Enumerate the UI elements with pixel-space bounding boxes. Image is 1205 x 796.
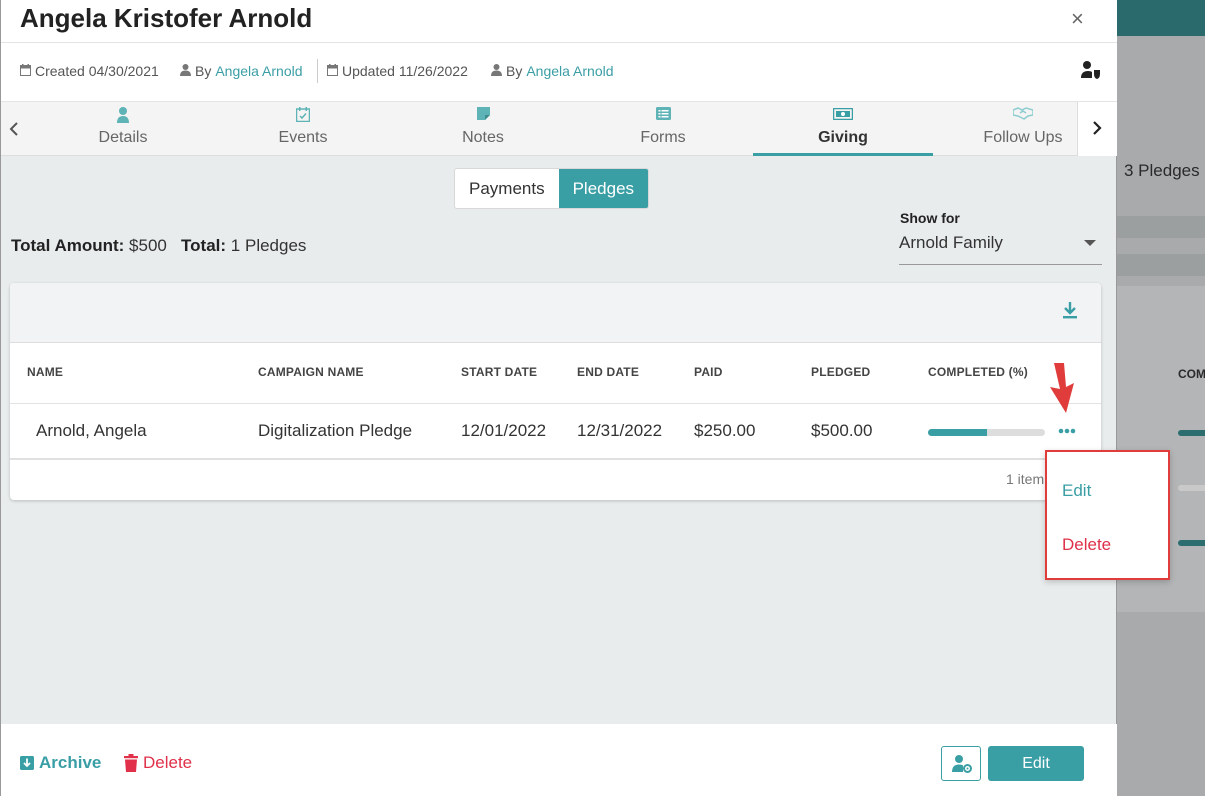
tab-events[interactable]: Events [213,102,393,156]
close-icon[interactable]: × [1071,6,1084,32]
background-progress [1178,540,1205,546]
progress-fill [928,429,987,436]
total-count-value: 1 Pledges [230,236,307,255]
record-tabs: Details Events Notes Forms Giving Follow… [1,101,1117,156]
delete-record-button[interactable]: Delete [124,753,192,773]
show-for-label: Show for [900,210,960,226]
tab-label: Giving [818,129,868,146]
background-topbar [1117,0,1205,36]
total-count-label: Total: [181,236,227,255]
pledges-table-card: NAME CAMPAIGN NAME START DATE END DATE P… [10,283,1101,500]
page-title: Angela Kristofer Arnold [20,3,313,33]
tab-giving[interactable]: Giving [753,102,933,156]
column-header-pledged[interactable]: PLEDGED [811,365,870,379]
background-stripe [1117,254,1205,276]
pledges-toggle-button[interactable]: Pledges [558,169,649,208]
menu-edit-item[interactable]: Edit [1062,481,1091,501]
annotation-arrow-icon [1042,361,1086,420]
user-gear-icon [952,755,972,778]
background-stripe [1117,216,1205,238]
tab-scroll-right[interactable] [1077,102,1117,156]
menu-delete-item[interactable]: Delete [1062,535,1111,555]
user-settings-button[interactable] [941,746,981,781]
show-for-select[interactable]: Arnold Family [899,230,1102,265]
cell-name: Arnold, Angela [36,421,147,440]
cell-end-date: 12/31/2022 [577,421,663,440]
background-pledges-count: 3 Pledges [1124,161,1200,180]
background-column-header: COM [1178,367,1205,381]
cell-pledged: $500.00 [811,421,873,440]
edit-record-button[interactable]: Edit [988,746,1084,781]
payments-toggle-button[interactable]: Payments [455,169,559,208]
column-header-end-date[interactable]: END DATE [577,365,639,379]
user-icon [180,63,191,79]
created-by-prefix: By [195,63,212,79]
panel-header: Angela Kristofer Arnold × [1,0,1117,43]
updated-by-link[interactable]: Angela Arnold [526,63,613,79]
table-header: NAME CAMPAIGN NAME START DATE END DATE P… [10,343,1101,404]
column-header-campaign[interactable]: CAMPAIGN NAME [258,365,364,379]
cell-start-date: 12/01/2022 [461,421,547,440]
tab-notes[interactable]: Notes [393,102,573,156]
completed-progress-bar [928,429,1045,436]
pledge-totals: Total Amount: $500 Total: 1 Pledges [11,236,306,256]
total-amount-label: Total Amount: [11,236,125,255]
money-icon [753,107,933,125]
list-icon [573,107,753,125]
tab-label: Forms [640,129,686,146]
chevron-right-icon[interactable] [1092,121,1102,140]
chevron-left-icon[interactable] [9,116,19,142]
background-progress [1178,485,1205,491]
show-for-value: Arnold Family [899,233,1003,252]
row-actions-icon[interactable] [1058,421,1076,439]
updated-date: Updated 11/26/2022 [342,63,468,79]
table-row[interactable]: Arnold, Angela Digitalization Pledge 12/… [10,404,1101,460]
tab-label: Details [98,129,148,146]
cell-paid: $250.00 [694,421,756,440]
user-shield-icon[interactable] [1081,61,1101,84]
updated-by-prefix: By [506,63,523,79]
background-page: 3 Pledges COM [1117,0,1205,796]
tab-label: Notes [462,129,504,146]
tab-forms[interactable]: Forms [573,102,753,156]
calendar-icon [20,63,31,79]
user-icon [33,107,213,125]
payments-pledges-toggle: Payments Pledges [454,168,650,209]
meta-divider [317,59,318,83]
created-by-link[interactable]: Angela Arnold [215,63,302,79]
trash-icon [124,754,138,772]
download-icon[interactable] [1062,301,1078,324]
table-toolbar [10,283,1101,343]
created-date: Created 04/30/2021 [35,63,159,79]
tab-label: Events [278,129,328,146]
created-info: Created 04/30/2021 [20,63,159,79]
caret-down-icon [1084,240,1096,246]
archive-icon [20,756,34,770]
user-icon [491,63,502,79]
column-header-paid[interactable]: PAID [694,365,723,379]
created-by-info: By Angela Arnold [180,63,303,79]
calendar-icon [327,63,338,79]
tab-details[interactable]: Details [33,102,213,156]
panel-footer: Archive Delete Edit [1,724,1117,796]
item-count: 1 item [1006,471,1045,487]
archive-label: Archive [39,753,102,772]
profile-panel: Angela Kristofer Arnold × Created 04/30/… [0,0,1117,796]
updated-by-info: By Angela Arnold [491,63,614,79]
record-meta: Created 04/30/2021 By Angela Arnold Upda… [1,43,1117,101]
column-header-name[interactable]: NAME [27,365,63,379]
calendar-check-icon [213,107,393,125]
column-header-start-date[interactable]: START DATE [461,365,537,379]
updated-info: Updated 11/26/2022 [327,63,468,79]
archive-button[interactable]: Archive [20,753,101,773]
row-actions-menu: Edit Delete [1045,450,1170,580]
background-progress [1178,430,1205,436]
column-header-completed[interactable]: COMPLETED (%) [928,365,1028,379]
delete-label: Delete [143,753,193,772]
cell-campaign: Digitalization Pledge [258,421,413,440]
total-amount-value: $500 [129,236,167,255]
sticky-note-icon [393,107,573,125]
